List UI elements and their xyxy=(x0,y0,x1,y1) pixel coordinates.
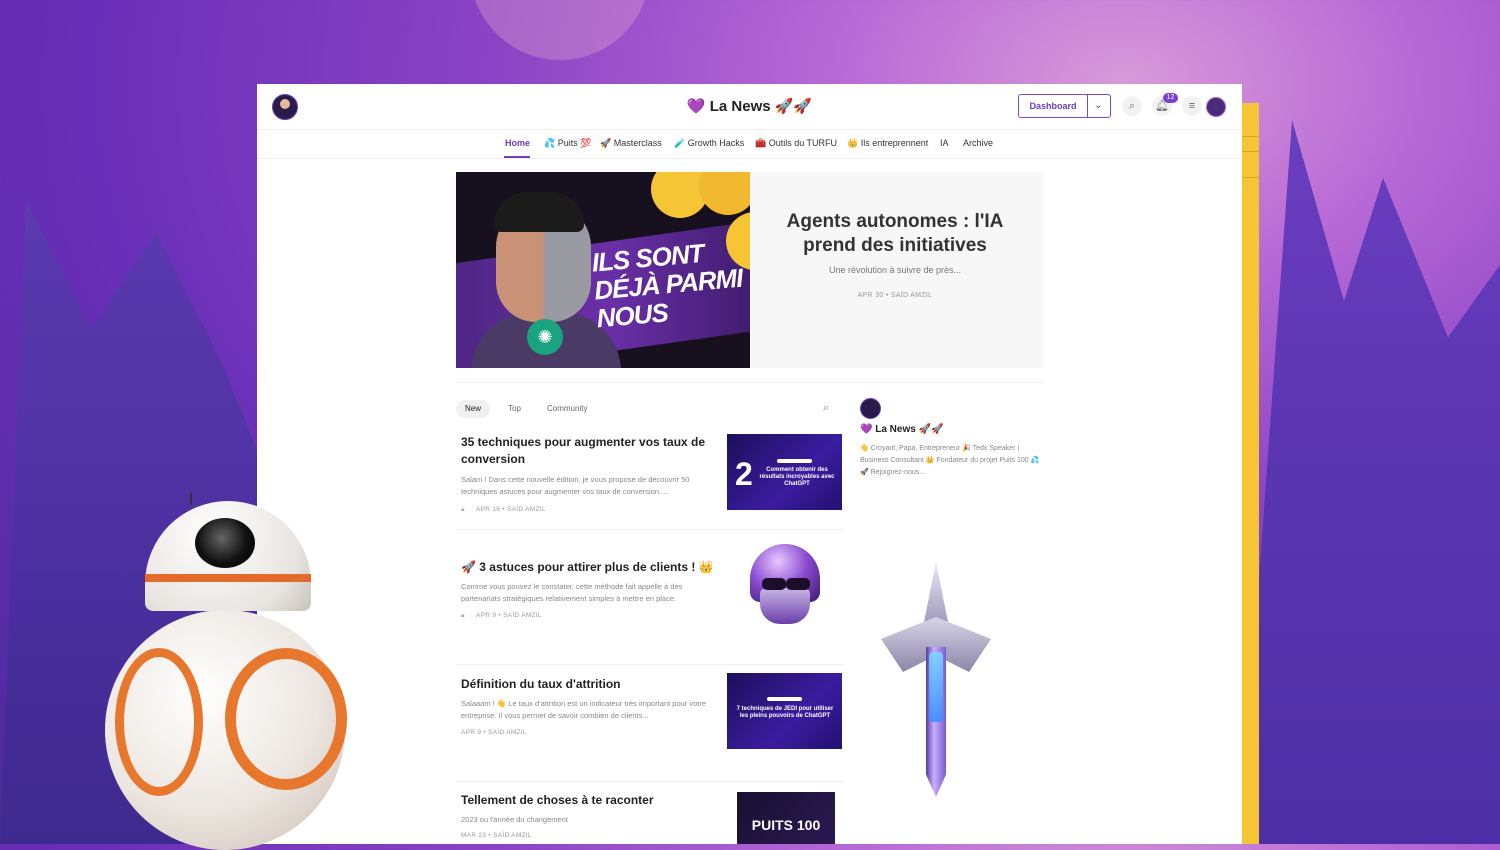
background-moon xyxy=(470,0,650,60)
nav-item-home[interactable]: Home xyxy=(505,138,530,148)
thumbnail-caption: 7 techniques de JEDI pour utiliser les p… xyxy=(736,706,834,719)
post-item[interactable]: Définition du taux d'attrition Salaaam !… xyxy=(456,673,844,756)
post-thumbnail[interactable]: PUITS 100 xyxy=(737,792,835,844)
post-description: Comme vous pouvez le constater, cette mé… xyxy=(461,582,683,603)
user-avatar[interactable] xyxy=(1206,97,1226,117)
tab-community[interactable]: Community xyxy=(538,400,596,418)
post-divider xyxy=(456,781,844,782)
chevron-down-icon: ⌄ xyxy=(1094,100,1103,111)
post-meta: 🔒︎ APR 16 • SAÏD AMZIL xyxy=(461,506,546,513)
background-rock-right xyxy=(1240,120,1500,844)
sidebar-avatar[interactable] xyxy=(860,398,881,419)
post-title[interactable]: 35 techniques pour augmenter vos taux de… xyxy=(461,434,721,468)
nav-item-ils-entreprennent[interactable]: 👑 Ils entreprennent xyxy=(847,138,928,149)
featured-image-text: ILS SONT DÉJÀ PARMI NOUS xyxy=(590,237,744,334)
newsletter-window: 💜 La News 🚀🚀 Dashboard ⌄ ⌕ 🔔︎ 12 ≡ Home … xyxy=(257,84,1242,844)
menu-icon[interactable]: ≡ xyxy=(1182,96,1202,116)
post-title[interactable]: Définition du taux d'attrition xyxy=(461,676,721,693)
featured-post-image[interactable]: ✺ ILS SONT DÉJÀ PARMI NOUS xyxy=(456,172,750,368)
search-icon[interactable]: ⌕ xyxy=(1122,96,1142,116)
featured-post[interactable]: ✺ ILS SONT DÉJÀ PARMI NOUS Agents autono… xyxy=(456,172,1044,368)
post-meta: APR 9 • SAÏD AMZIL xyxy=(461,729,527,736)
lock-icon: 🔒︎ xyxy=(461,506,465,513)
nav-item-archive[interactable]: Archive xyxy=(963,138,993,148)
chatgpt-logo-icon: ✺ xyxy=(527,319,563,355)
post-thumbnail[interactable]: 7 techniques de JEDI pour utiliser les p… xyxy=(727,673,842,749)
post-title[interactable]: Tellement de choses à te raconter xyxy=(461,792,721,809)
category-nav: Home 💦 Puits 💯 🚀 Masterclass 🧪 Growth Ha… xyxy=(257,129,1242,159)
post-description: Salam ! Dans cette nouvelle édition, je … xyxy=(461,475,690,496)
post-meta: 🔒︎ APR 9 • SAÏD AMZIL xyxy=(461,612,542,619)
nav-item-outils[interactable]: 🧰 Outils du TURFU xyxy=(755,138,837,149)
tab-new[interactable]: New xyxy=(456,400,491,418)
nav-item-puits[interactable]: 💦 Puits 💯 xyxy=(544,138,591,149)
background-yellow-panel xyxy=(1242,103,1259,844)
nav-item-masterclass[interactable]: 🚀 Masterclass xyxy=(600,138,662,149)
tab-top[interactable]: Top xyxy=(499,400,530,418)
post-description: 2023 ou l'année du changement xyxy=(461,815,568,824)
featured-post-title[interactable]: Agents autonomes : l'IA prend des initia… xyxy=(770,210,1020,258)
lock-icon: 🔒︎ xyxy=(461,612,465,619)
sidebar-bio: 👋 Croyant, Papa, Entrepreneur 🎉 Tedx Spe… xyxy=(860,445,1040,476)
post-divider xyxy=(456,529,844,530)
thumbnail-caption: PUITS 100 xyxy=(751,817,821,833)
thumbnail-number: 2 xyxy=(735,456,753,492)
sidebar-publication-name[interactable]: 💜 La News 🚀🚀 xyxy=(860,424,943,435)
nav-item-ia[interactable]: IA xyxy=(940,138,949,148)
dashboard-button[interactable]: Dashboard xyxy=(1018,94,1088,118)
post-item[interactable]: 35 techniques pour augmenter vos taux de… xyxy=(456,434,844,514)
post-divider xyxy=(456,664,844,665)
featured-post-meta: APR 30 • SAÏD AMZIL xyxy=(857,292,933,299)
notification-badge: 12 xyxy=(1163,93,1178,103)
active-tab-underline xyxy=(504,156,530,158)
post-title[interactable]: 🚀 3 astuces pour attirer plus de clients… xyxy=(461,559,721,576)
top-header: 💜 La News 🚀🚀 Dashboard ⌄ ⌕ 🔔︎ 12 ≡ xyxy=(257,84,1242,130)
post-thumbnail[interactable]: 2 Comment obtenir des résultats incroyab… xyxy=(727,434,842,510)
featured-post-subtitle: Une révolution à suivre de près... xyxy=(828,265,962,275)
bb8-robot-decoration xyxy=(105,493,347,850)
post-meta: MAR 23 • SAÏD AMZIL xyxy=(461,832,532,839)
nav-item-growth-hacks[interactable]: 🧪 Growth Hacks xyxy=(674,138,744,149)
section-divider xyxy=(456,382,1044,383)
angry-emoji-icon xyxy=(699,172,750,215)
post-description: Salaaam ! 👋 Le taux d'attrition est un i… xyxy=(461,699,707,720)
thumbnail-caption: Comment obtenir des résultats incroyable… xyxy=(759,467,835,487)
dashboard-dropdown-button[interactable]: ⌄ xyxy=(1087,94,1111,118)
sword-decoration xyxy=(881,562,991,807)
search-icon[interactable]: ⌕ xyxy=(823,402,829,415)
helmet-thumbnail[interactable] xyxy=(746,544,824,628)
